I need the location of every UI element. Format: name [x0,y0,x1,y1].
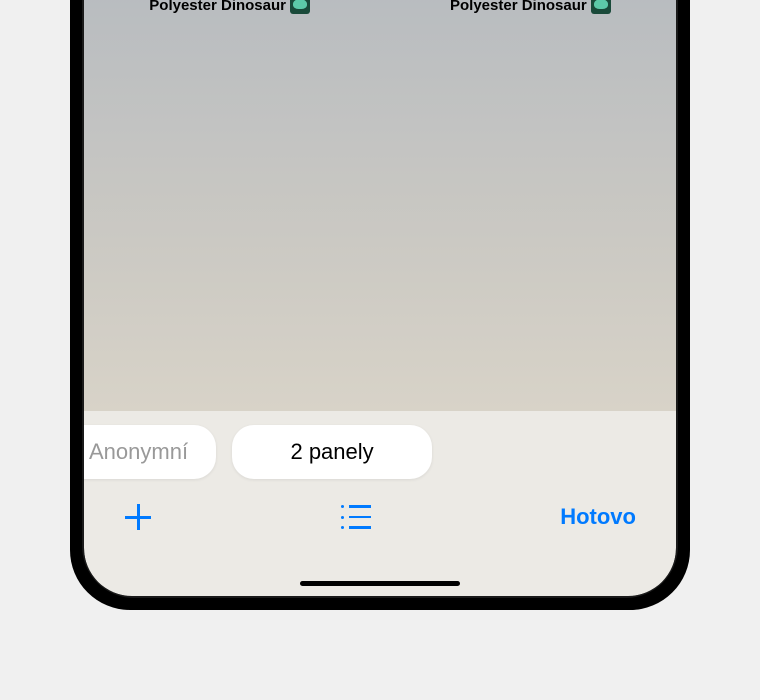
phone-screen: Polyester Dinosaur Polyester Dinosaur An… [84,0,676,596]
tab-title-right: Polyester Dinosaur [450,0,587,14]
list-icon-line [341,526,371,529]
private-browsing-pill[interactable]: Anonymní [84,425,216,479]
done-button[interactable]: Hotovo [560,504,636,530]
tab-thumbnail-left[interactable]: Polyester Dinosaur [149,0,310,14]
private-pill-label: Anonymní [89,439,188,464]
tab-thumbnail-right[interactable]: Polyester Dinosaur [450,0,611,14]
dinosaur-favicon-icon [290,0,310,14]
bottom-toolbar-area: Anonymní 2 panely [84,411,676,596]
done-button-label: Hotovo [560,504,636,529]
tab-title-left: Polyester Dinosaur [149,0,286,14]
tab-count-pill[interactable]: 2 panely [232,425,432,479]
tab-group-pills[interactable]: Anonymní 2 panely [84,411,621,479]
home-indicator[interactable] [300,581,460,586]
phone-inner-bezel: Polyester Dinosaur Polyester Dinosaur An… [82,0,678,598]
tab-count-label: 2 panely [290,439,373,464]
list-icon-line [341,505,371,508]
bottom-toolbar: Hotovo [84,479,676,531]
tab-groups-list-button[interactable] [341,505,371,529]
list-icon-line [341,516,371,519]
tab-overview-area[interactable]: Polyester Dinosaur Polyester Dinosaur [84,0,676,411]
dinosaur-favicon-icon [591,0,611,14]
tabs-row: Polyester Dinosaur Polyester Dinosaur [84,0,676,14]
new-tab-button[interactable] [124,503,152,531]
phone-frame: Polyester Dinosaur Polyester Dinosaur An… [70,0,690,610]
